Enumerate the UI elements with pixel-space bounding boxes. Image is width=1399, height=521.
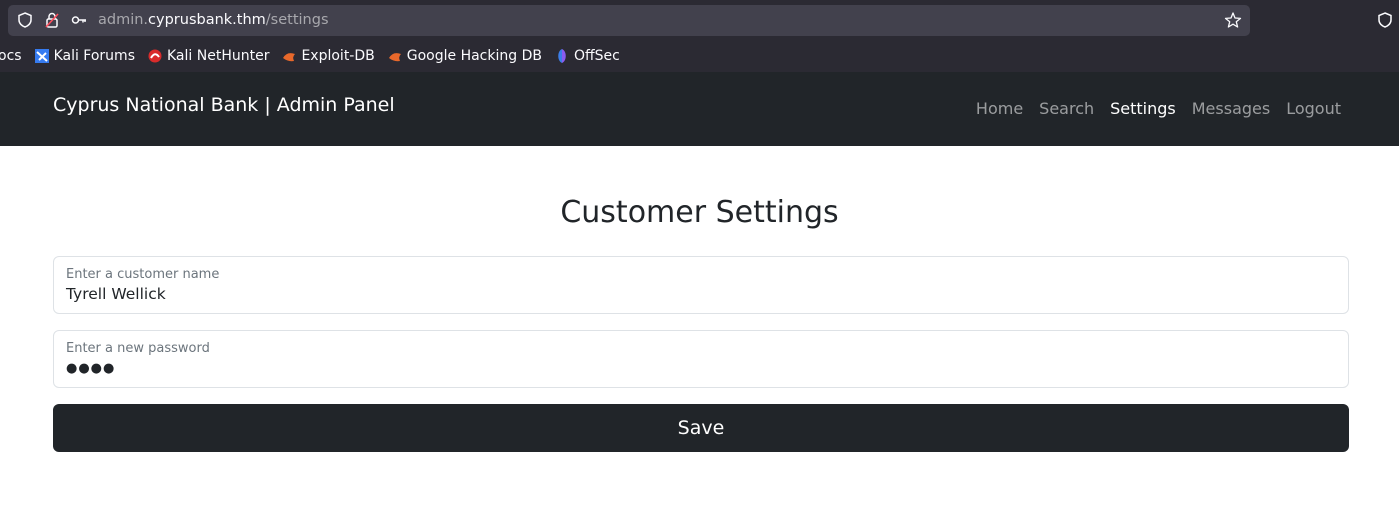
site-navbar: Cyprus National Bank | Admin Panel Home …	[0, 72, 1399, 146]
customer-name-value[interactable]: Tyrell Wellick	[66, 285, 166, 303]
nav-settings[interactable]: Settings	[1110, 99, 1176, 118]
bookmark-kali-nethunter[interactable]: Kali NetHunter	[147, 48, 269, 64]
bookmark-google-hacking-db[interactable]: Google Hacking DB	[387, 48, 542, 64]
bookmarks-toolbar: ocs Kali Forums Kali NetHunter Exploit-D…	[0, 42, 632, 70]
customer-name-field[interactable]: Enter a customer name Tyrell Wellick	[53, 256, 1349, 314]
key-icon[interactable]	[70, 11, 88, 29]
bookmark-star-icon[interactable]	[1224, 11, 1242, 29]
bookmark-offsec[interactable]: OffSec	[554, 48, 620, 64]
ghdb-icon	[387, 48, 403, 64]
offsec-icon	[554, 48, 570, 64]
nav-search[interactable]: Search	[1039, 99, 1094, 118]
insecure-lock-icon[interactable]	[43, 11, 61, 29]
extension-shield-icon[interactable]	[1376, 11, 1394, 29]
exploit-db-icon	[281, 48, 297, 64]
nav-home[interactable]: Home	[976, 99, 1023, 118]
bookmark-kali-forums[interactable]: Kali Forums	[34, 48, 135, 64]
shield-icon[interactable]	[16, 11, 34, 29]
bookmark-docs[interactable]: ocs	[0, 48, 22, 64]
page-title: Customer Settings	[560, 195, 839, 230]
nav-messages[interactable]: Messages	[1192, 99, 1270, 118]
password-label: Enter a new password	[66, 341, 210, 356]
save-button[interactable]: Save	[53, 404, 1349, 452]
browser-toolbar: admin.cyprusbank.thm/settings ocs Kali F…	[0, 0, 1399, 72]
customer-name-label: Enter a customer name	[66, 267, 220, 282]
password-value[interactable]: ●●●●	[66, 361, 115, 376]
brand-title[interactable]: Cyprus National Bank | Admin Panel	[53, 94, 395, 116]
password-field[interactable]: Enter a new password ●●●●	[53, 330, 1349, 388]
nav-logout[interactable]: Logout	[1286, 99, 1341, 118]
nav-links: Home Search Settings Messages Logout	[976, 99, 1341, 118]
url-text[interactable]: admin.cyprusbank.thm/settings	[98, 11, 329, 29]
kali-forums-icon	[34, 48, 50, 64]
address-bar[interactable]: admin.cyprusbank.thm/settings	[8, 5, 1250, 36]
bookmark-exploit-db[interactable]: Exploit-DB	[281, 48, 375, 64]
kali-nethunter-icon	[147, 48, 163, 64]
